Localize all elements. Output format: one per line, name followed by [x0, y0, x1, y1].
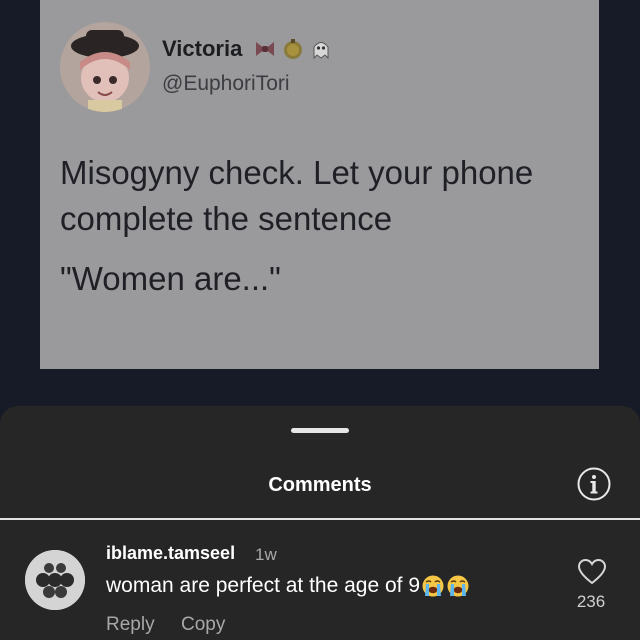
- sheet-drag-handle[interactable]: [291, 428, 349, 433]
- comments-sheet: Comments iblame.tamseel 1w woman are per…: [0, 406, 640, 640]
- coin-icon: [284, 39, 303, 59]
- author-badges: [254, 38, 332, 60]
- reply-button[interactable]: Reply: [106, 614, 155, 636]
- ghost-skull-icon: [313, 42, 329, 60]
- heart-icon[interactable]: [577, 558, 607, 586]
- author-name: Victoria: [162, 36, 332, 62]
- comment-username[interactable]: iblame.tamseel: [106, 543, 235, 564]
- tweet-screenshot: Victoria @EuphoriTori Misogyny check. Le…: [40, 0, 599, 369]
- tweet-quote: "Women are...": [60, 260, 281, 297]
- background-post: Victoria @EuphoriTori Misogyny check. Le…: [0, 0, 640, 410]
- comment-timestamp: 1w: [255, 545, 277, 564]
- commenter-avatar[interactable]: [25, 550, 85, 610]
- tweet-text: Misogyny check. Let your phone complete …: [60, 154, 534, 237]
- info-icon[interactable]: [576, 466, 612, 502]
- author-name-text: Victoria: [162, 36, 243, 61]
- comment-text-body: woman are perfect at the age of 9: [106, 574, 421, 597]
- comments-title: Comments: [268, 474, 372, 496]
- loudly-crying-face-icon: [422, 575, 444, 597]
- bow-icon: [256, 42, 275, 56]
- author-avatar: [60, 22, 150, 112]
- copy-button[interactable]: Copy: [181, 614, 225, 636]
- author-handle: @EuphoriTori: [162, 72, 290, 95]
- comment-item: iblame.tamseel 1w woman are perfect at t…: [0, 520, 640, 640]
- like-count: 236: [576, 592, 606, 611]
- comment-text: woman are perfect at the age of 9: [106, 574, 470, 598]
- loudly-crying-face-icon: [447, 575, 469, 597]
